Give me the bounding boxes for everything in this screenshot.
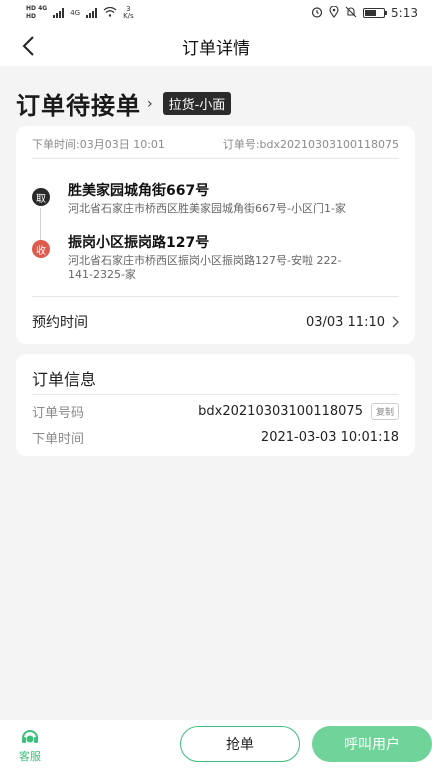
schedule-value-wrap: 03/03 11:10 — [306, 315, 399, 330]
page-title: 订单详情 — [182, 38, 250, 59]
order-status-header[interactable]: 订单待接单 › 拉货-小面 — [16, 86, 232, 121]
route-connector-line — [40, 208, 41, 242]
order-number-value: bdx20210303100118075 — [198, 404, 363, 419]
battery-icon — [363, 8, 388, 18]
order-time-value: 2021-03-03 10:01:18 — [260, 430, 399, 445]
order-time-label: 下单时间:03月03日 10:01 — [32, 138, 165, 151]
wifi-icon — [103, 6, 117, 19]
status-bar: HD 4G HD 4G 3 K/s 5:13 — [0, 0, 432, 26]
nav-bar: 订单详情 — [0, 26, 432, 66]
network-label: 4G — [70, 9, 81, 17]
schedule-row[interactable]: 预约时间 03/03 11:10 — [32, 312, 399, 332]
divider — [32, 296, 399, 297]
copy-button[interactable]: 复制 — [370, 403, 399, 420]
order-info-card: 订单信息 订单号码 bdx20210303100118075 复制 下单时间 2… — [16, 354, 415, 456]
signal-icon — [53, 8, 65, 18]
vehicle-type-tag: 拉货-小面 — [162, 92, 232, 115]
order-number-label: 订单号:bdx20210303100118075 — [222, 138, 399, 151]
bottom-action-bar: 客服 抢单 呼叫用户 — [0, 720, 432, 768]
chevron-right-icon: › — [147, 95, 153, 112]
customer-service-label: 客服 — [19, 750, 41, 763]
schedule-value: 03/03 11:10 — [305, 314, 385, 330]
info-label: 下单时间 — [32, 432, 85, 447]
signal-icon-2 — [86, 8, 98, 18]
call-user-button[interactable]: 呼叫用户 — [312, 726, 432, 762]
pickup-detail: 河北省石家庄市桥西区胜美家园城角街667号-小区门1-家 — [68, 202, 346, 215]
route-card: 下单时间:03月03日 10:01 订单号:bdx202103031001180… — [16, 126, 415, 344]
dropoff-detail: 河北省石家庄市桥西区振岗小区振岗路127号-安啦 222-141-2325-家 — [68, 254, 342, 281]
status-right: 5:13 — [311, 4, 418, 21]
info-label: 订单号码 — [32, 406, 85, 421]
dropoff-name: 振岗小区振岗路127号 — [68, 235, 210, 251]
divider — [32, 158, 399, 159]
pickup-badge: 取 — [32, 188, 50, 206]
back-button[interactable] — [14, 32, 42, 60]
speed-unit: K/s — [123, 12, 134, 20]
status-left: HD 4G HD 4G 3 K/s — [26, 5, 134, 21]
alarm-icon — [311, 6, 323, 21]
hd-indicator: HD 4G HD — [26, 5, 47, 21]
info-value-wrap: bdx20210303100118075 复制 — [198, 403, 399, 420]
divider — [32, 394, 399, 395]
order-status-title: 订单待接单 — [16, 92, 141, 120]
customer-service-button[interactable]: 客服 — [14, 728, 46, 764]
info-row-order-time: 下单时间 2021-03-03 10:01:18 — [32, 428, 399, 447]
speed-indicator: 3 K/s — [123, 6, 134, 20]
schedule-label: 预约时间 — [32, 315, 88, 331]
info-card-title: 订单信息 — [32, 370, 97, 389]
headset-icon — [22, 730, 38, 743]
grab-order-button[interactable]: 抢单 — [180, 726, 300, 762]
hd-top-label: HD 4G — [26, 5, 48, 12]
location-icon — [329, 4, 339, 21]
order-meta-row: 下单时间:03月03日 10:01 订单号:bdx202103031001180… — [32, 136, 399, 152]
pickup-name: 胜美家园城角街667号 — [68, 183, 210, 199]
status-time: 5:13 — [391, 6, 418, 20]
chevron-left-icon — [22, 36, 34, 56]
mute-icon — [345, 6, 357, 21]
dropoff-badge: 收 — [32, 240, 50, 258]
hd-bottom-label: HD — [26, 13, 37, 20]
chevron-right-icon — [392, 316, 399, 328]
info-row-order-number: 订单号码 bdx20210303100118075 复制 — [32, 402, 399, 421]
